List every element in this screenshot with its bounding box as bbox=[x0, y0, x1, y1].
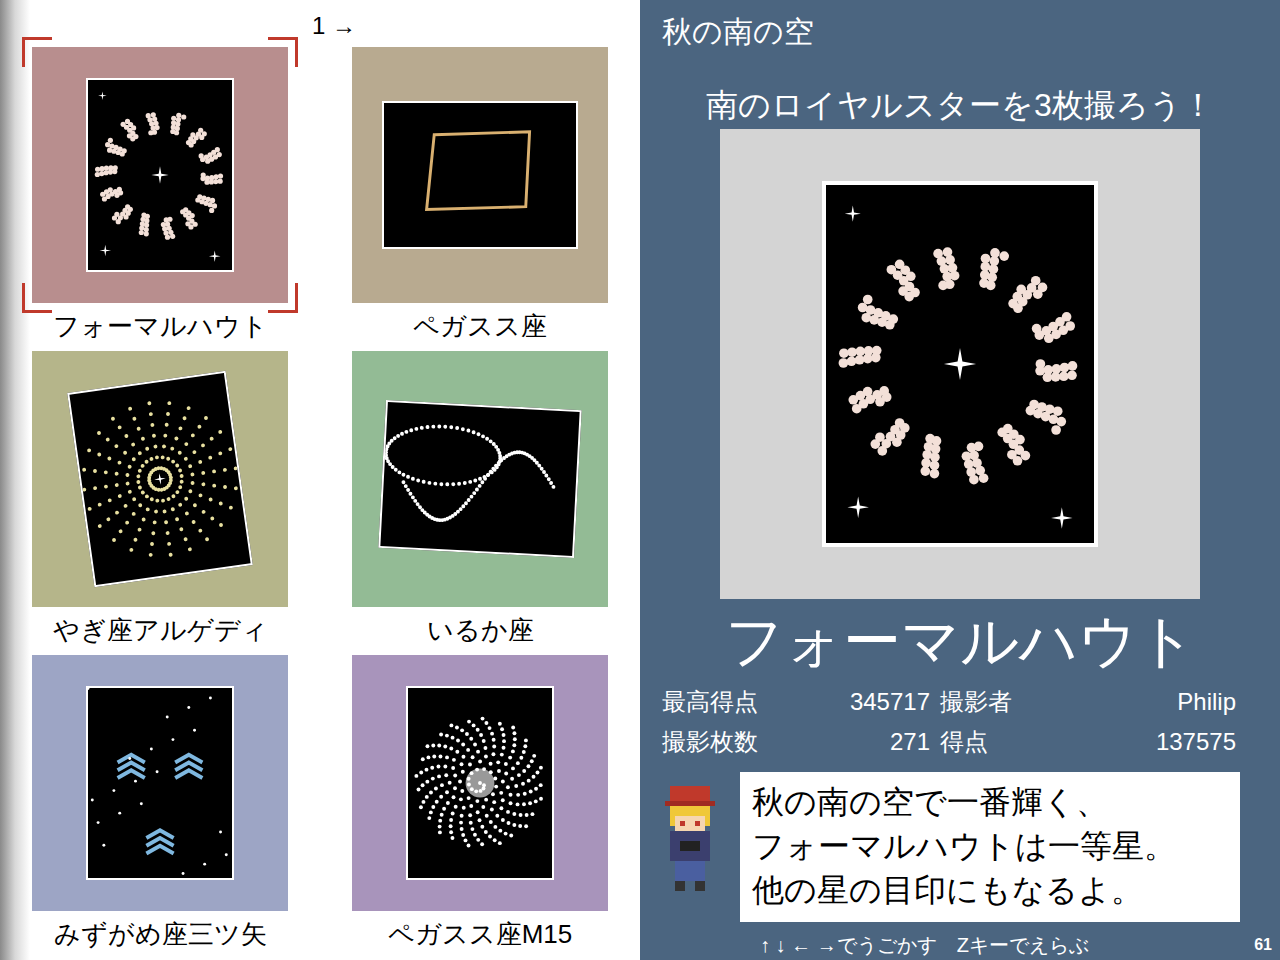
card-label: ペガスス座M15 bbox=[352, 911, 608, 959]
star-photo bbox=[406, 686, 554, 880]
message-line: 他の星の目印にもなるよ。 bbox=[752, 868, 1228, 912]
card-ground[interactable] bbox=[32, 47, 288, 303]
detail-panel: 秋の南の空 南のロイヤルスターを3枚撮ろう！ フォーマルハウト 最高得点3457… bbox=[640, 0, 1280, 960]
page-indicator[interactable]: 1 → bbox=[30, 0, 608, 47]
album-card[interactable]: ペガスス座M15 bbox=[352, 655, 608, 959]
star-photo bbox=[86, 78, 234, 272]
card-ground[interactable] bbox=[352, 655, 608, 911]
star-name: フォーマルハウト bbox=[640, 599, 1280, 682]
album-card[interactable]: いるか座 bbox=[352, 351, 608, 655]
star-photo bbox=[822, 181, 1098, 547]
album-card[interactable]: フォーマルハウト bbox=[32, 47, 288, 351]
card-label: みずがめ座三ツ矢 bbox=[32, 911, 288, 959]
card-label: いるか座 bbox=[352, 607, 608, 655]
album-card[interactable]: やぎ座アルゲディ bbox=[32, 351, 288, 655]
panel-heading: 秋の南の空 bbox=[640, 0, 1280, 59]
stat-label: 得点 bbox=[930, 722, 1060, 762]
photo-frame bbox=[720, 129, 1200, 600]
card-label: やぎ座アルゲディ bbox=[32, 607, 288, 655]
album-card[interactable]: ペガスス座 bbox=[352, 47, 608, 351]
card-label: ペガスス座 bbox=[352, 303, 608, 351]
stat-label: 最高得点 bbox=[662, 682, 762, 722]
stat-label: 撮影枚数 bbox=[662, 722, 762, 762]
stat-value: 345717 bbox=[762, 682, 930, 722]
stat-label: 撮影者 bbox=[930, 682, 1060, 722]
page-number: 61 bbox=[1254, 933, 1272, 957]
stat-value: Philip bbox=[1060, 682, 1236, 722]
card-grid: フォーマルハウト ペガスス座やぎ座アルゲディ いるか座みずがめ座三ツ矢 ペガスス座M1… bbox=[30, 47, 608, 959]
card-ground[interactable] bbox=[32, 655, 288, 911]
card-ground[interactable] bbox=[352, 47, 608, 303]
star-photo bbox=[382, 101, 578, 249]
stats-table: 最高得点345717撮影者Philip 撮影枚数271得点137575 bbox=[640, 682, 1280, 762]
album-card[interactable]: みずがめ座三ツ矢 bbox=[32, 655, 288, 959]
speech-box: 秋の南の空で一番輝く、フォーマルハウトは一等星。他の星の目印にもなるよ。 bbox=[740, 772, 1240, 922]
album-page: 1 → フォーマルハウト ペガスス座やぎ座アルゲディ いるか座みずがめ座三ツ矢 ペガス… bbox=[0, 0, 640, 960]
stat-value: 271 bbox=[762, 722, 930, 762]
star-photo bbox=[67, 371, 253, 587]
message-line: 秋の南の空で一番輝く、 bbox=[752, 780, 1228, 824]
selection-cursor bbox=[22, 37, 298, 313]
star-photo bbox=[86, 686, 234, 880]
mission-text: 南のロイヤルスターを3枚撮ろう！ bbox=[640, 59, 1280, 128]
character-sprite-icon bbox=[660, 786, 720, 896]
card-ground[interactable] bbox=[352, 351, 608, 607]
stat-value: 137575 bbox=[1060, 722, 1236, 762]
star-photo bbox=[378, 400, 581, 558]
card-label: フォーマルハウト bbox=[32, 303, 288, 351]
page-binding bbox=[0, 0, 30, 960]
select-hint: Zキーでえらぶ bbox=[957, 930, 1089, 960]
message-line: フォーマルハウトは一等星。 bbox=[752, 824, 1228, 868]
controls-hint: ↑ ↓ ← →でうごかす bbox=[760, 930, 937, 960]
card-ground[interactable] bbox=[32, 351, 288, 607]
